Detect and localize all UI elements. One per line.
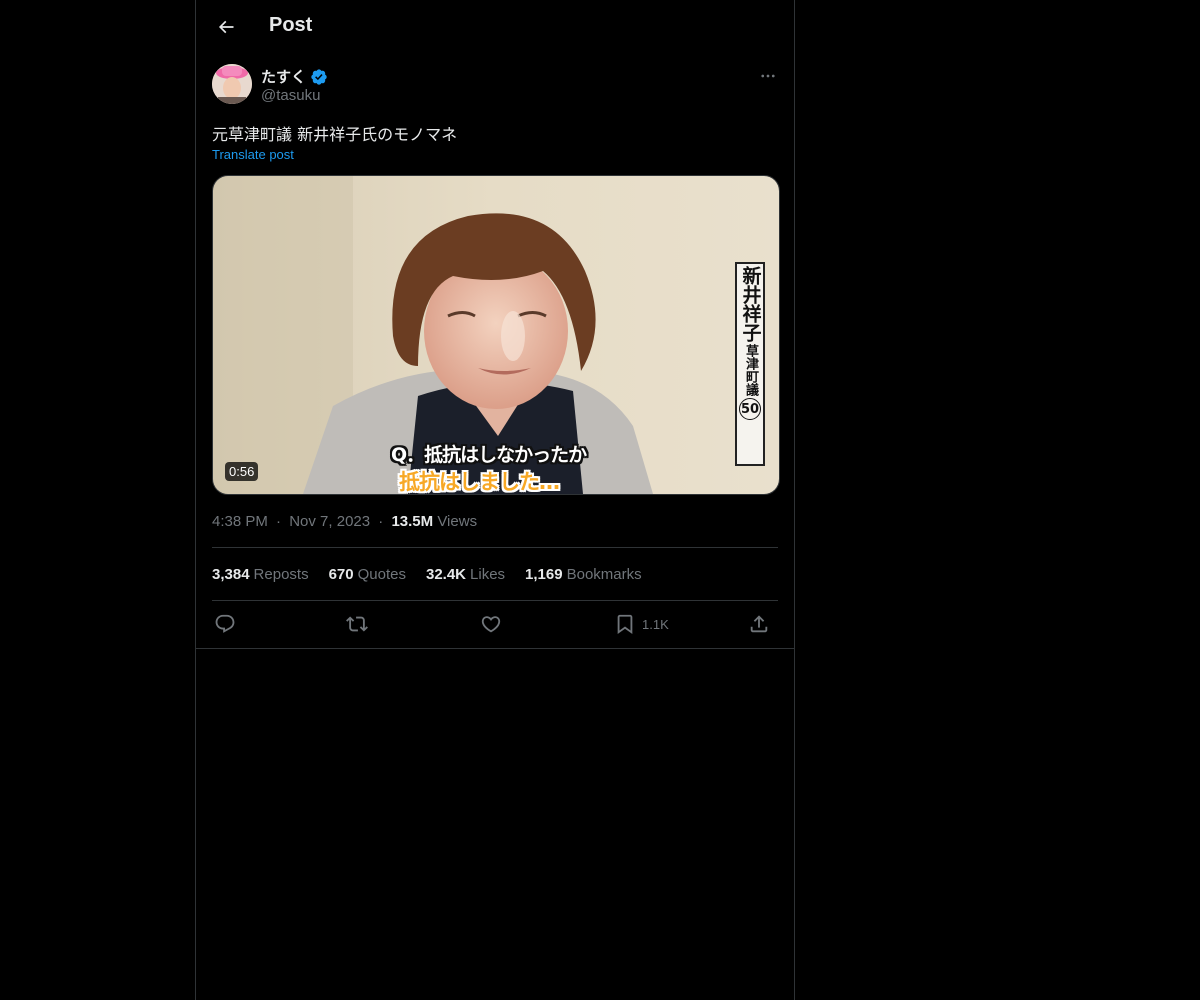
likes-stat[interactable]: 32.4K Likes	[426, 566, 505, 583]
repost-icon	[346, 616, 368, 632]
main-column: Post たすく @tasuku 元草津町議 新井祥子氏のモノマネ Transl…	[195, 0, 795, 1000]
video-caption-answer: 抵抗はしました…	[399, 470, 560, 494]
author-name[interactable]: たすく	[261, 66, 328, 87]
verified-badge-icon	[311, 68, 327, 85]
quotes-count: 670	[328, 566, 354, 583]
bookmark-icon	[617, 614, 633, 635]
video-player[interactable]: 0:56 Q．抵抗はしなかったか 抵抗はしました… 新井祥子 草津町議 50	[212, 175, 780, 495]
bookmarks-count: 1,169	[525, 566, 563, 583]
reply-button[interactable]	[214, 612, 236, 636]
reply-icon	[215, 614, 235, 633]
avatar-image	[212, 64, 252, 104]
bookmark-button[interactable]: 1.1K	[614, 612, 669, 636]
engagement-stats: 3,384 Reposts 670 Quotes 32.4K Likes 1,169 B…	[212, 566, 642, 583]
nameplate-title: 草津町議	[743, 344, 758, 396]
bookmarks-stat[interactable]: 1,169 Bookmarks	[525, 566, 642, 583]
nameplate-age: 50	[739, 398, 761, 420]
share-button[interactable]	[748, 612, 770, 636]
top-bar: Post	[196, 0, 794, 53]
post-date[interactable]: Nov 7, 2023	[289, 513, 370, 530]
post-time[interactable]: 4:38 PM	[212, 513, 268, 530]
heart-icon	[481, 616, 501, 633]
divider	[196, 648, 794, 649]
likes-count: 32.4K	[425, 566, 467, 583]
reposts-count: 3,384	[212, 566, 250, 583]
reposts-stat[interactable]: 3,384 Reposts	[212, 566, 309, 583]
views-label: Views	[437, 513, 478, 530]
like-button[interactable]	[480, 612, 502, 636]
tweet-text: 元草津町議 新井祥子氏のモノマネ	[212, 125, 458, 144]
likes-label: Likes	[470, 566, 506, 583]
share-icon	[750, 615, 768, 633]
avatar[interactable]	[212, 64, 252, 104]
views-count: 13.5M	[391, 513, 434, 530]
bookmarks-label: Bookmarks	[566, 566, 642, 583]
page-title: Post	[269, 14, 313, 36]
translate-post-link[interactable]: Translate post	[212, 147, 294, 162]
meta-separator: ·	[378, 513, 384, 530]
more-horizontal-icon	[761, 74, 775, 78]
arrow-left-icon	[218, 20, 234, 34]
reposts-label: Reposts	[253, 566, 309, 583]
video-caption-question: Q．抵抗はしなかったか	[391, 444, 587, 466]
divider	[212, 600, 778, 601]
video-nameplate: 新井祥子 草津町議 50	[735, 262, 765, 466]
author-handle[interactable]: @tasuku	[261, 87, 320, 104]
action-bar: 1.1K	[212, 612, 778, 636]
quotes-stat[interactable]: 670 Quotes	[329, 566, 406, 583]
divider	[212, 547, 778, 548]
nameplate-name: 新井祥子	[739, 266, 762, 342]
meta-separator: ·	[276, 513, 282, 530]
author-name-text: たすく	[261, 69, 307, 86]
bookmark-count: 1.1K	[642, 616, 669, 632]
back-button[interactable]	[210, 11, 242, 43]
repost-button[interactable]	[346, 612, 368, 636]
more-options-button[interactable]	[756, 64, 780, 88]
quotes-label: Quotes	[357, 566, 406, 583]
tweet-meta: 4:38 PM · Nov 7, 2023 · 13.5M Views	[212, 513, 477, 530]
video-duration-badge: 0:56	[225, 462, 259, 481]
